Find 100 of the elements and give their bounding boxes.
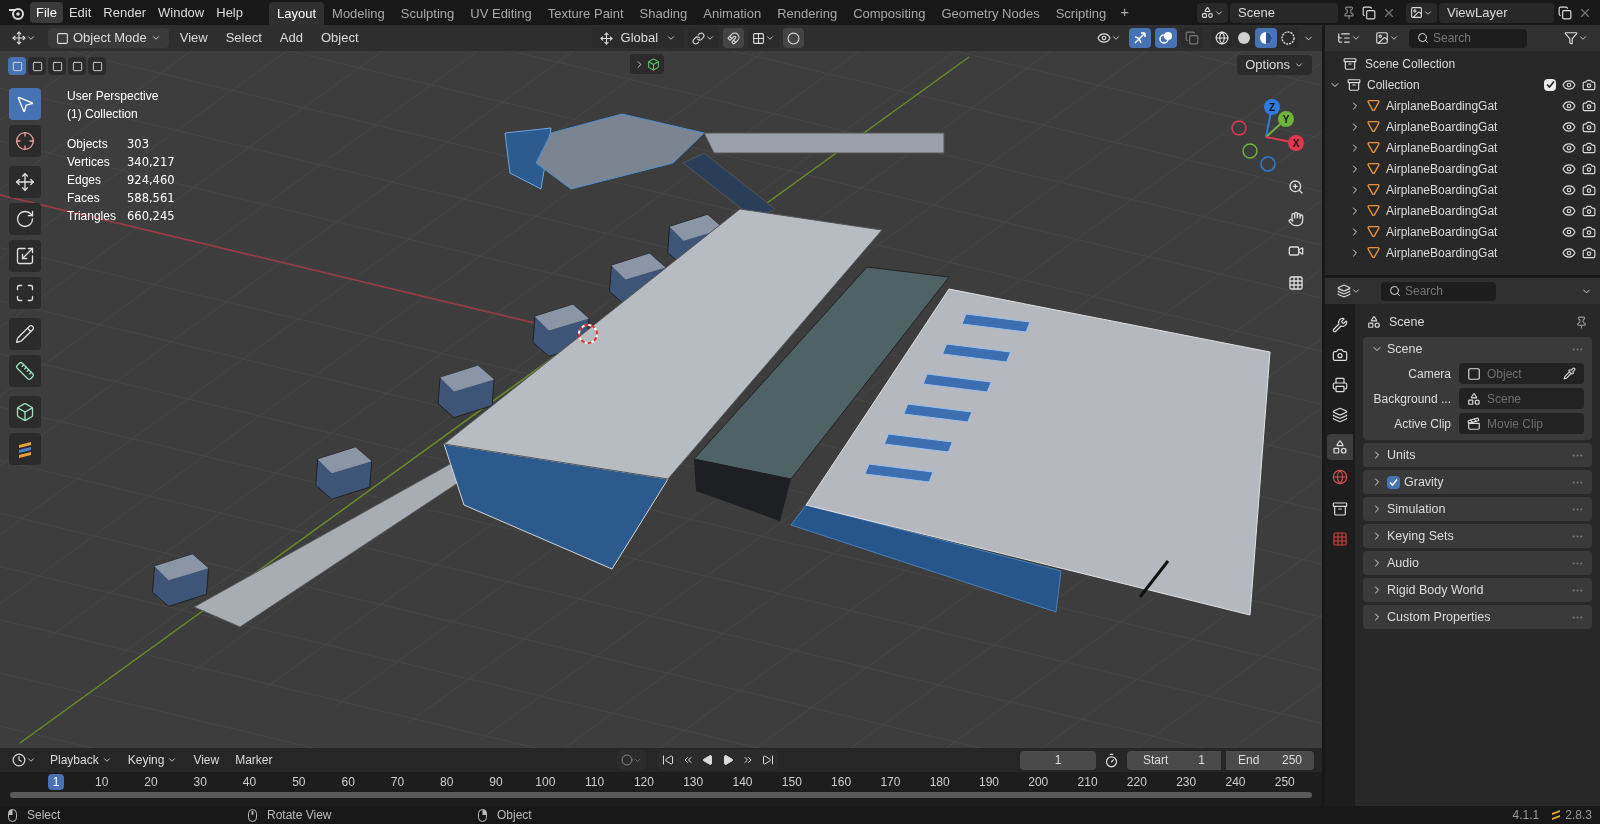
- camera-icon[interactable]: [1582, 203, 1596, 218]
- outliner-item[interactable]: AirplaneBoardingGat: [1386, 222, 1556, 241]
- axis-handle[interactable]: Z: [1264, 99, 1280, 115]
- camera-icon[interactable]: [1582, 161, 1596, 176]
- search-field[interactable]: Search: [1381, 281, 1496, 301]
- scene-browse-button[interactable]: [1197, 2, 1228, 23]
- workspace-tab[interactable]: Layout: [269, 2, 325, 25]
- workspace-tab[interactable]: Shading: [631, 2, 696, 25]
- workspace-tab[interactable]: Modeling: [324, 2, 393, 25]
- camera-icon[interactable]: [1582, 119, 1596, 134]
- viewport-toggle-button[interactable]: [1155, 28, 1177, 48]
- selection-mode-button[interactable]: [48, 57, 66, 75]
- panel-title[interactable]: Keying Sets: [1387, 526, 1567, 546]
- panel-title[interactable]: Simulation: [1387, 499, 1567, 519]
- workspace-tab[interactable]: Compositing: [845, 2, 934, 25]
- outliner-item[interactable]: Scene Collection: [1365, 54, 1456, 73]
- pin-icon[interactable]: [1575, 315, 1588, 329]
- tool-button[interactable]: [9, 277, 41, 309]
- tool-button[interactable]: [9, 125, 41, 157]
- menu-item[interactable]: Add: [272, 28, 310, 48]
- tool-button[interactable]: [9, 88, 41, 120]
- horizontal-scrollbar[interactable]: [10, 792, 1312, 798]
- stopwatch-icon[interactable]: [1104, 752, 1119, 768]
- negative-axis-handle[interactable]: [1242, 143, 1258, 159]
- outliner-item[interactable]: Collection: [1367, 75, 1538, 94]
- negative-axis-handle[interactable]: [1260, 156, 1276, 172]
- menu-item[interactable]: Keying: [121, 751, 184, 769]
- workspace-tab[interactable]: Sculpting: [392, 2, 463, 25]
- selection-mode-button[interactable]: [68, 57, 86, 75]
- workspace-tab[interactable]: Geometry Nodes: [933, 2, 1048, 25]
- axis-handle[interactable]: Y: [1278, 111, 1294, 127]
- eye-icon[interactable]: [1562, 161, 1576, 176]
- panel-title[interactable]: Audio: [1387, 553, 1567, 573]
- eye-icon[interactable]: [1562, 140, 1576, 155]
- add-workspace-button[interactable]: +: [1114, 1, 1135, 24]
- viewport-toggle-button[interactable]: [1181, 28, 1203, 48]
- outliner-item[interactable]: AirplaneBoardingGat: [1386, 96, 1556, 115]
- end-frame-field[interactable]: End 250: [1226, 750, 1314, 770]
- mode-dropdown[interactable]: Object Mode: [48, 28, 169, 48]
- panel-title[interactable]: Gravity: [1404, 472, 1567, 492]
- eye-icon[interactable]: [1562, 119, 1576, 134]
- snap-target-button[interactable]: [748, 28, 780, 48]
- negative-axis-handle[interactable]: [1231, 120, 1247, 136]
- camera-icon[interactable]: [1582, 224, 1596, 239]
- outliner-item[interactable]: AirplaneBoardingGat: [1386, 138, 1556, 157]
- outliner-item[interactable]: AirplaneBoardingGat: [1386, 180, 1556, 199]
- copy-icon[interactable]: [1362, 5, 1376, 20]
- menu-item[interactable]: Playback: [44, 751, 118, 769]
- pin-icon[interactable]: [1342, 5, 1356, 20]
- tool-button[interactable]: [9, 318, 41, 350]
- scene-name-field[interactable]: Scene: [1230, 2, 1338, 23]
- eye-icon[interactable]: [1562, 98, 1576, 113]
- gizmo-expand-button[interactable]: [630, 54, 664, 74]
- tool-button[interactable]: [9, 240, 41, 272]
- camera-icon[interactable]: [1582, 98, 1596, 113]
- properties-tab[interactable]: [1327, 434, 1353, 460]
- pivot-button[interactable]: [688, 28, 720, 48]
- workspace-tab[interactable]: Scripting: [1047, 2, 1115, 25]
- shading-mode-button[interactable]: [1255, 28, 1277, 48]
- outliner-item[interactable]: AirplaneBoardingGat: [1386, 201, 1556, 220]
- panel-title[interactable]: Scene: [1387, 339, 1567, 359]
- workspace-tab[interactable]: UV Editing: [462, 2, 540, 25]
- checkbox[interactable]: [1387, 475, 1400, 489]
- camera-icon[interactable]: [1582, 77, 1596, 92]
- eyedropper-icon[interactable]: [1563, 367, 1576, 380]
- menu-item[interactable]: Window: [152, 2, 211, 23]
- camera-icon[interactable]: [1582, 140, 1596, 155]
- view-layer-name-field[interactable]: ViewLayer: [1439, 2, 1554, 23]
- panel-title[interactable]: Custom Properties: [1387, 607, 1567, 627]
- selection-mode-button[interactable]: [8, 57, 26, 75]
- checkbox[interactable]: [1544, 78, 1556, 91]
- menu-item[interactable]: Help: [210, 2, 249, 23]
- menu-item[interactable]: Edit: [62, 2, 98, 23]
- selection-mode-button[interactable]: [28, 57, 46, 75]
- outliner-item[interactable]: AirplaneBoardingGat: [1386, 117, 1556, 136]
- workspace-tab[interactable]: Animation: [695, 2, 770, 25]
- eye-icon[interactable]: [1562, 182, 1576, 197]
- auto-key-button[interactable]: [616, 750, 646, 770]
- axis-handle[interactable]: X: [1288, 135, 1304, 151]
- menu-item[interactable]: Render: [97, 2, 152, 23]
- menu-item[interactable]: Marker: [229, 751, 279, 769]
- workspace-tab[interactable]: Texture Paint: [539, 2, 632, 25]
- copy-icon[interactable]: [1558, 5, 1572, 20]
- proportional-button[interactable]: [783, 28, 805, 48]
- current-frame-field[interactable]: 1: [1020, 750, 1096, 770]
- tool-button[interactable]: [9, 433, 41, 465]
- menu-item[interactable]: View: [172, 28, 215, 48]
- eye-icon[interactable]: [1562, 203, 1576, 218]
- panel-title[interactable]: Rigid Body World: [1387, 580, 1567, 600]
- panel-title[interactable]: Units: [1387, 445, 1567, 465]
- orientation-dropdown[interactable]: Global: [591, 28, 685, 48]
- eye-icon[interactable]: [1562, 77, 1576, 92]
- eye-icon[interactable]: [1562, 224, 1576, 239]
- eye-icon[interactable]: [1562, 245, 1576, 260]
- menu-item[interactable]: File: [30, 2, 63, 23]
- options-dropdown[interactable]: Options: [1237, 55, 1312, 75]
- start-frame-field[interactable]: Start 1: [1127, 750, 1221, 770]
- tool-button[interactable]: [9, 203, 41, 235]
- tool-button[interactable]: [9, 396, 41, 428]
- view-layer-browse-button[interactable]: [1406, 2, 1437, 23]
